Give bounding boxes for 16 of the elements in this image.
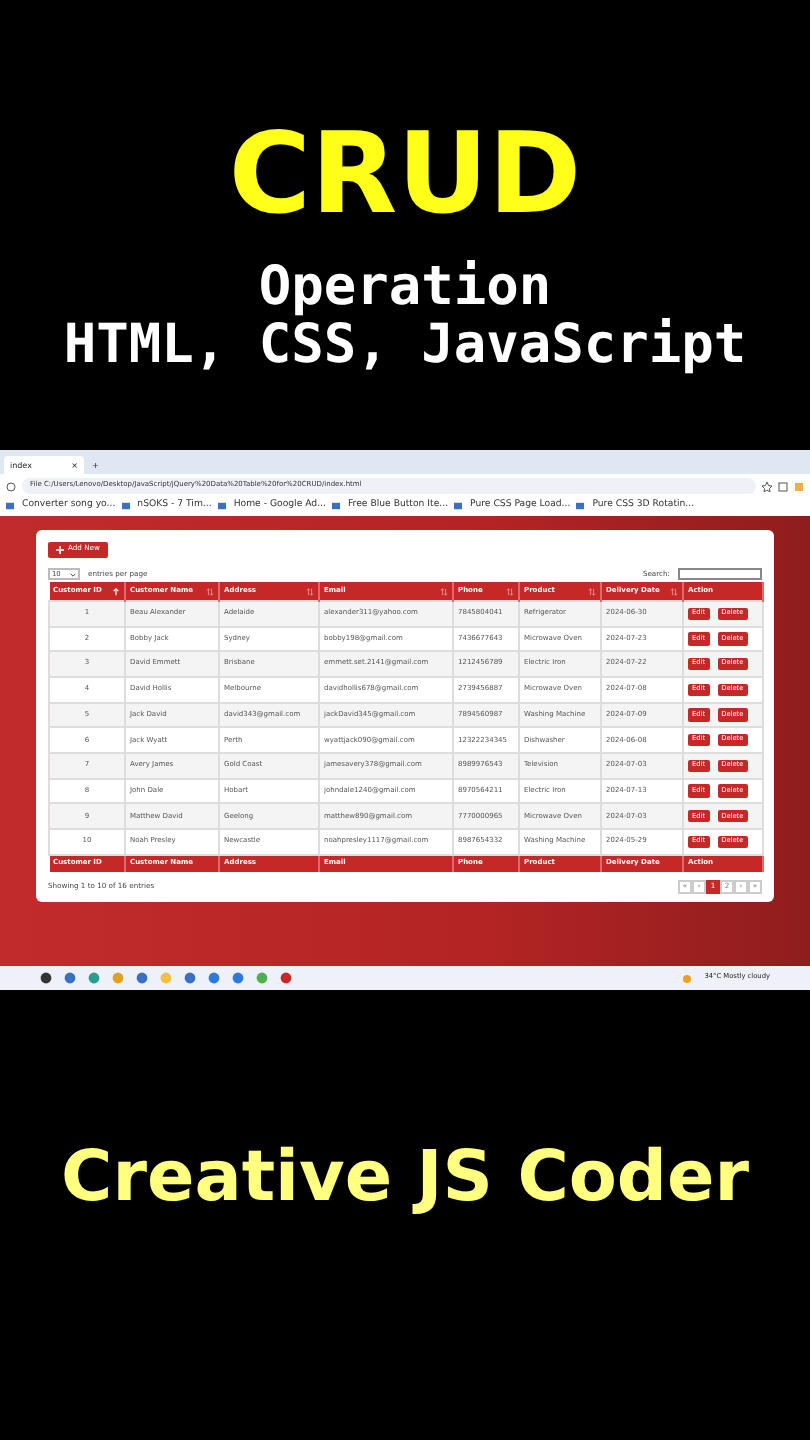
bookmark-icon [331,502,340,511]
star-icon[interactable] [762,481,772,491]
headline-subtitle: Operation [258,260,552,318]
caret-icon [70,571,76,578]
info-icon [6,481,16,491]
search-field[interactable] [678,568,762,581]
weather-icon [682,973,693,983]
headline-tech: HTML, CSS, JavaScript [63,317,747,374]
bookmark-icon [217,502,226,511]
bookmark-icon [121,502,130,511]
plus-icon [56,546,64,554]
headline-title: CRUD [228,120,582,233]
bookmark-icon [576,502,585,511]
bookmark-icon [454,502,463,511]
bookmark-icon [6,502,14,511]
footer-title: Creative JS Coder [59,1136,751,1222]
